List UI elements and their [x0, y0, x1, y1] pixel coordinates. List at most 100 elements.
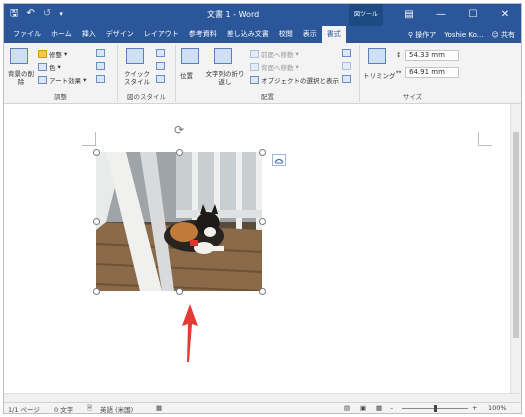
tab-mailings[interactable]: 差し込み文書 — [222, 26, 274, 43]
crop-button[interactable]: トリミング — [363, 70, 396, 80]
resize-handle-top-right[interactable] — [259, 149, 266, 156]
tab-right-area: ⚲ 操作ア Yoshie Ko... ☺ 共有 — [408, 26, 515, 43]
picture-border-icon[interactable] — [156, 49, 165, 57]
vertical-scrollbar[interactable] — [510, 104, 521, 393]
chevron-down-icon[interactable]: ▾ — [59, 8, 63, 20]
annotation-arrow-icon — [182, 304, 198, 362]
ribbon-display-icon[interactable]: ▤ — [393, 4, 425, 26]
resize-handle-top[interactable] — [176, 149, 183, 156]
resize-handle-left[interactable] — [93, 218, 100, 225]
ribbon: 背景の削除 修整 ▾ 色 ▾ アート効果 ▾ 調整 クイック スタイル 図のスタ… — [4, 43, 521, 104]
window-controls: ▤ — ☐ ✕ — [393, 4, 521, 26]
minimize-icon[interactable]: — — [425, 4, 457, 26]
title-bar: 🖫 ↶ ↺ ▾ 文書 1 - Word 図ツール ▤ — ☐ ✕ — [4, 4, 521, 26]
layout-options-icon[interactable] — [272, 154, 286, 166]
tab-insert[interactable]: 挿入 — [77, 26, 101, 43]
height-input[interactable]: 54.33 mm — [405, 50, 459, 61]
bring-forward-icon — [250, 50, 259, 58]
tab-design[interactable]: デザイン — [101, 26, 139, 43]
artistic-effects-icon — [38, 76, 47, 84]
tab-home[interactable]: ホーム — [46, 26, 77, 43]
tab-format[interactable]: 書式 — [321, 26, 346, 43]
margin-mark-right-h — [478, 145, 492, 146]
position-icon[interactable] — [181, 48, 199, 64]
language[interactable]: 英語 (米国) — [100, 404, 133, 413]
bring-forward-label: 前面へ移動 — [261, 51, 294, 59]
align-icon[interactable] — [342, 49, 351, 57]
send-backward-button[interactable]: 背面へ移動 ▾ — [250, 62, 299, 72]
color-button[interactable]: 色 ▾ — [38, 62, 61, 72]
remove-background-icon[interactable] — [10, 48, 28, 64]
artistic-effects-label: アート効果 — [49, 77, 82, 85]
group-objects-icon[interactable] — [342, 62, 351, 70]
undo-icon[interactable]: ↶ — [27, 8, 35, 20]
quick-styles-icon[interactable] — [126, 48, 144, 64]
group-size: トリミング ↕ 54.33 mm ↔ 64.91 mm サイズ — [360, 45, 465, 102]
cat-photo — [96, 152, 262, 291]
selected-picture[interactable] — [96, 152, 262, 291]
quick-styles-button[interactable]: クイック スタイル — [121, 70, 153, 86]
send-backward-label: 背面へ移動 — [261, 64, 294, 72]
redo-icon[interactable]: ↺ — [43, 8, 51, 20]
proofing-icon[interactable]: 🗎 — [87, 404, 92, 413]
resize-handle-top-left[interactable] — [93, 149, 100, 156]
wrap-text-icon[interactable] — [214, 48, 232, 64]
change-picture-icon[interactable] — [96, 62, 105, 70]
corrections-label: 修整 — [49, 51, 62, 59]
user-name[interactable]: Yoshie Ko... — [444, 31, 483, 39]
vertical-scroll-thumb[interactable] — [513, 132, 519, 338]
picture-effects-icon[interactable] — [156, 62, 165, 70]
resize-handle-bottom-left[interactable] — [93, 288, 100, 295]
corrections-button[interactable]: 修整 ▾ — [38, 49, 67, 59]
word-count[interactable]: 0 文字 — [54, 404, 73, 413]
rotate-objects-icon[interactable] — [342, 75, 351, 83]
zoom-slider-thumb[interactable] — [434, 405, 437, 412]
group-picture-styles-label: 図のスタイル — [127, 93, 166, 101]
width-input[interactable]: 64.91 mm — [405, 67, 459, 78]
read-mode-icon[interactable]: ▤ — [344, 404, 350, 412]
corrections-icon — [38, 50, 47, 58]
horizontal-scrollbar[interactable] — [4, 393, 521, 402]
wrap-text-button[interactable]: 文字列の折り返し — [203, 70, 247, 86]
remove-background-button[interactable]: 背景の削除 — [7, 70, 35, 86]
close-icon[interactable]: ✕ — [489, 4, 521, 26]
margin-mark-left-h — [82, 145, 96, 146]
color-icon — [38, 63, 47, 71]
macro-icon[interactable]: ▦ — [156, 404, 162, 412]
tab-file[interactable]: ファイル — [8, 26, 46, 43]
maximize-icon[interactable]: ☐ — [457, 4, 489, 26]
bring-forward-button[interactable]: 前面へ移動 ▾ — [250, 49, 299, 59]
resize-handle-bottom[interactable] — [176, 288, 183, 295]
tab-review[interactable]: 校閲 — [274, 26, 298, 43]
tell-me[interactable]: ⚲ 操作ア — [408, 30, 436, 40]
group-arrange-label: 配置 — [261, 93, 274, 101]
selection-pane-button[interactable]: オブジェクトの選択と表示 — [250, 75, 339, 85]
margin-mark-left-v — [95, 132, 96, 146]
rotate-handle-icon[interactable]: ⟳ — [172, 123, 186, 137]
status-bar: 1/1 ページ 0 文字 🗎 英語 (米国) ▦ ▤ ▣ ▦ – + 100% — [4, 402, 521, 413]
quick-access-toolbar: 🖫 ↶ ↺ ▾ — [10, 8, 63, 20]
picture-tools-label: 図ツール — [349, 4, 383, 26]
web-layout-icon[interactable]: ▦ — [376, 404, 382, 412]
crop-icon[interactable] — [368, 48, 386, 64]
tab-references[interactable]: 参考資料 — [184, 26, 222, 43]
position-button[interactable]: 位置 — [180, 70, 193, 80]
tell-me-label: 操作ア — [415, 30, 437, 39]
zoom-level[interactable]: 100% — [488, 404, 507, 412]
save-icon[interactable]: 🖫 — [10, 8, 19, 20]
artistic-effects-button[interactable]: アート効果 ▾ — [38, 75, 86, 85]
page-count[interactable]: 1/1 ページ — [8, 404, 40, 413]
share-button[interactable]: ☺ 共有 — [491, 30, 515, 40]
picture-layout-icon[interactable] — [156, 75, 165, 83]
compress-icon[interactable] — [96, 49, 105, 57]
group-size-label: サイズ — [402, 93, 423, 101]
reset-picture-icon[interactable] — [96, 75, 105, 83]
zoom-in-icon[interactable]: + — [472, 404, 477, 412]
group-picture-styles: クイック スタイル 図のスタイル — [118, 45, 176, 102]
tab-view[interactable]: 表示 — [298, 26, 322, 43]
print-layout-icon[interactable]: ▣ — [360, 404, 366, 412]
zoom-out-icon[interactable]: – — [390, 404, 393, 412]
tab-layout[interactable]: レイアウト — [139, 26, 184, 43]
resize-handle-bottom-right[interactable] — [259, 288, 266, 295]
resize-handle-right[interactable] — [259, 218, 266, 225]
